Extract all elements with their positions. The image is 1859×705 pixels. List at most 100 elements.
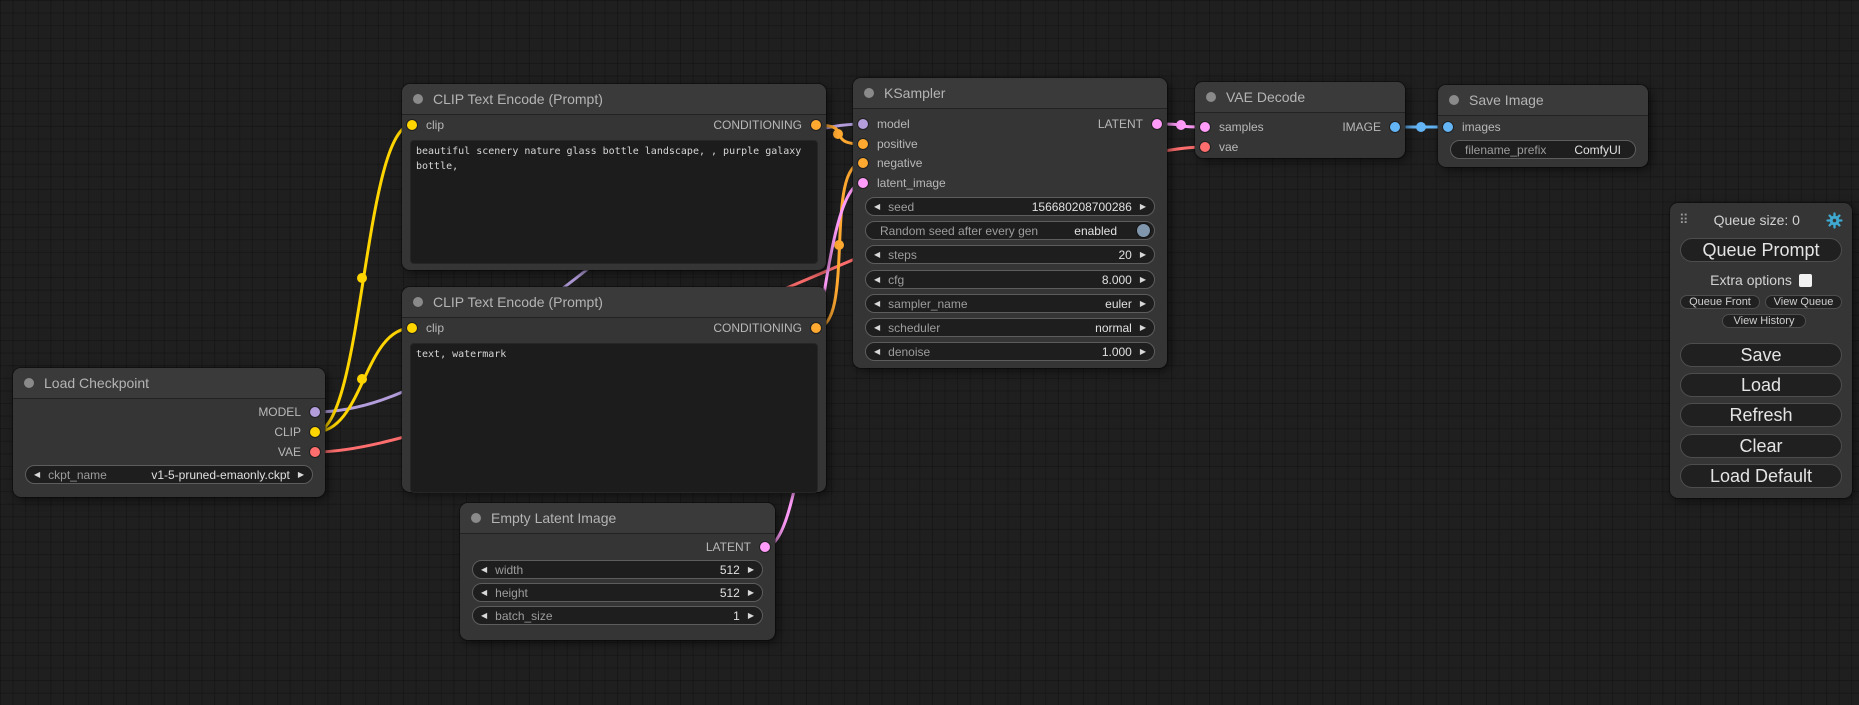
input-slot-samples[interactable]: samples xyxy=(1200,118,1264,136)
collapse-dot-icon[interactable] xyxy=(1449,95,1459,105)
node-title-bar[interactable]: CLIP Text Encode (Prompt) xyxy=(402,84,826,115)
node-empty-latent-image[interactable]: Empty Latent Image LATENT ◀width512▶ ◀heigh… xyxy=(460,503,775,640)
widget-seed[interactable]: ◀seed156680208700286▶ xyxy=(865,197,1155,216)
output-slot-MODEL[interactable]: MODEL xyxy=(258,403,320,421)
node-clip-text-encode-positive[interactable]: CLIP Text Encode (Prompt)clip CONDITIONIN… xyxy=(402,84,826,270)
increment-arrow-icon[interactable]: ▶ xyxy=(740,589,762,597)
prompt-textarea[interactable]: text, watermark xyxy=(410,343,818,493)
load-button[interactable]: Load xyxy=(1680,373,1842,397)
refresh-button[interactable]: Refresh xyxy=(1680,403,1842,427)
widget-denoise[interactable]: ◀denoise1.000▶ xyxy=(865,342,1155,361)
increment-arrow-icon[interactable]: ▶ xyxy=(1132,276,1154,284)
view-history-button[interactable]: View History xyxy=(1722,314,1806,328)
node-title-bar[interactable]: VAE Decode xyxy=(1195,82,1405,113)
input-slot-model[interactable]: model xyxy=(858,115,910,133)
widget-filename-prefix[interactable]: filename_prefixComfyUI xyxy=(1450,140,1636,159)
node-title-bar[interactable]: CLIP Text Encode (Prompt) xyxy=(402,287,826,318)
increment-arrow-icon[interactable]: ▶ xyxy=(740,612,762,620)
input-slot-vae[interactable]: vae xyxy=(1200,138,1238,156)
widget-ckpt-name[interactable]: ◀ckpt_namev1-5-pruned-emaonly.ckpt▶ xyxy=(25,465,313,484)
decrement-arrow-icon[interactable]: ◀ xyxy=(473,612,495,620)
node-title-bar[interactable]: Load Checkpoint xyxy=(13,368,325,399)
output-slot-LATENT[interactable]: LATENT xyxy=(1098,115,1162,133)
output-dot-VAE[interactable] xyxy=(310,447,320,457)
output-slot-VAE[interactable]: VAE xyxy=(278,443,320,461)
input-dot-vae[interactable] xyxy=(1200,142,1210,152)
load-default-button[interactable]: Load Default xyxy=(1680,464,1842,488)
node-ksampler[interactable]: KSampler model positivenegative latent_imag… xyxy=(853,78,1167,368)
input-dot-clip[interactable] xyxy=(407,120,417,130)
output-slot-CLIP[interactable]: CLIP xyxy=(274,423,320,441)
increment-arrow-icon[interactable]: ▶ xyxy=(1132,251,1154,259)
decrement-arrow-icon[interactable]: ◀ xyxy=(473,589,495,597)
output-dot-CONDITIONING[interactable] xyxy=(811,323,821,333)
input-slot-images[interactable]: images xyxy=(1443,118,1501,136)
input-slot-clip[interactable]: clip xyxy=(407,319,444,337)
output-dot-IMAGE[interactable] xyxy=(1390,122,1400,132)
toggle-knob[interactable] xyxy=(1137,224,1150,237)
input-slot-clip[interactable]: clip xyxy=(407,116,444,134)
node-title-bar[interactable]: Save Image xyxy=(1438,85,1648,116)
decrement-arrow-icon[interactable]: ◀ xyxy=(866,203,888,211)
node-title-bar[interactable]: Empty Latent Image xyxy=(460,503,775,534)
increment-arrow-icon[interactable]: ▶ xyxy=(1132,348,1154,356)
queue-front-button[interactable]: Queue Front xyxy=(1680,295,1760,309)
collapse-dot-icon[interactable] xyxy=(1206,92,1216,102)
increment-arrow-icon[interactable]: ▶ xyxy=(1132,324,1154,332)
view-queue-button[interactable]: View Queue xyxy=(1765,295,1842,309)
increment-arrow-icon[interactable]: ▶ xyxy=(740,566,762,574)
decrement-arrow-icon[interactable]: ◀ xyxy=(473,566,495,574)
collapse-dot-icon[interactable] xyxy=(471,513,481,523)
increment-arrow-icon[interactable]: ▶ xyxy=(290,471,312,479)
save-button[interactable]: Save xyxy=(1680,343,1842,367)
input-slot-latent_image[interactable]: latent_image xyxy=(858,174,946,192)
node-graph-canvas[interactable]: Load Checkpoint MODEL CLIP VAE ◀ckpt_namev1-… xyxy=(0,0,1859,705)
node-vae-decode[interactable]: VAE Decode samples vae IMAGE xyxy=(1195,82,1405,158)
node-clip-text-encode-negative[interactable]: CLIP Text Encode (Prompt)clip CONDITIONIN… xyxy=(402,287,826,492)
input-slot-positive[interactable]: positive xyxy=(858,135,918,153)
decrement-arrow-icon[interactable]: ◀ xyxy=(866,348,888,356)
widget-sampler-name[interactable]: ◀sampler_nameeuler▶ xyxy=(865,294,1155,313)
decrement-arrow-icon[interactable]: ◀ xyxy=(866,300,888,308)
extra-options-checkbox[interactable] xyxy=(1799,274,1812,287)
input-dot-positive[interactable] xyxy=(858,139,868,149)
widget-scheduler[interactable]: ◀schedulernormal▶ xyxy=(865,318,1155,337)
output-dot-MODEL[interactable] xyxy=(310,407,320,417)
collapse-dot-icon[interactable] xyxy=(413,297,423,307)
output-dot-CONDITIONING[interactable] xyxy=(811,120,821,130)
input-dot-model[interactable] xyxy=(858,119,868,129)
output-slot-IMAGE[interactable]: IMAGE xyxy=(1342,118,1400,136)
node-load-checkpoint[interactable]: Load Checkpoint MODEL CLIP VAE ◀ckpt_namev1-… xyxy=(13,368,325,497)
clear-button[interactable]: Clear xyxy=(1680,434,1842,458)
widget-random-seed-after-every-gen[interactable]: Random seed after every genenabled xyxy=(865,221,1155,240)
widget-width[interactable]: ◀width512▶ xyxy=(472,560,763,579)
decrement-arrow-icon[interactable]: ◀ xyxy=(26,471,48,479)
output-slot-CONDITIONING[interactable]: CONDITIONING xyxy=(713,319,821,337)
prompt-textarea[interactable]: beautiful scenery nature glass bottle la… xyxy=(410,140,818,264)
settings-gear-icon[interactable] xyxy=(1826,212,1843,229)
input-dot-samples[interactable] xyxy=(1200,122,1210,132)
decrement-arrow-icon[interactable]: ◀ xyxy=(866,251,888,259)
collapse-dot-icon[interactable] xyxy=(24,378,34,388)
node-title-bar[interactable]: KSampler xyxy=(853,78,1167,109)
output-slot-LATENT[interactable]: LATENT xyxy=(706,538,770,556)
increment-arrow-icon[interactable]: ▶ xyxy=(1132,203,1154,211)
widget-height[interactable]: ◀height512▶ xyxy=(472,583,763,602)
collapse-dot-icon[interactable] xyxy=(413,94,423,104)
drag-handle-icon[interactable]: ⠿ xyxy=(1679,212,1688,228)
output-dot-CLIP[interactable] xyxy=(310,427,320,437)
input-dot-negative[interactable] xyxy=(858,158,868,168)
output-slot-CONDITIONING[interactable]: CONDITIONING xyxy=(713,116,821,134)
output-dot-LATENT[interactable] xyxy=(1152,119,1162,129)
increment-arrow-icon[interactable]: ▶ xyxy=(1132,300,1154,308)
decrement-arrow-icon[interactable]: ◀ xyxy=(866,276,888,284)
input-dot-clip[interactable] xyxy=(407,323,417,333)
output-dot-LATENT[interactable] xyxy=(760,542,770,552)
collapse-dot-icon[interactable] xyxy=(864,88,874,98)
decrement-arrow-icon[interactable]: ◀ xyxy=(866,324,888,332)
input-dot-images[interactable] xyxy=(1443,122,1453,132)
input-slot-negative[interactable]: negative xyxy=(858,154,922,172)
widget-batch-size[interactable]: ◀batch_size1▶ xyxy=(472,606,763,625)
input-dot-latent_image[interactable] xyxy=(858,178,868,188)
queue-prompt-button[interactable]: Queue Prompt xyxy=(1680,238,1842,262)
